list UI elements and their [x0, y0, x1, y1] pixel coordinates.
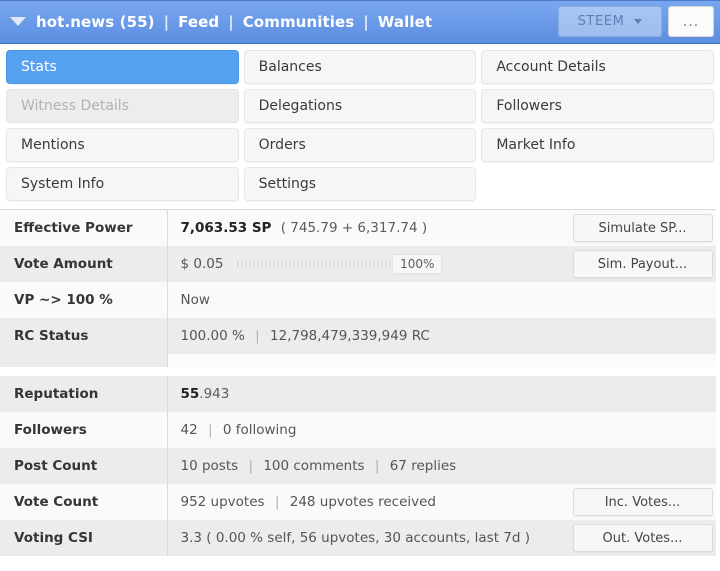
rc-percent: 100.00 % [180, 328, 245, 344]
table-row-followers: Followers 42 | 0 following [0, 412, 720, 448]
row-value-effective-power: 7,063.53 SP ( 745.79 + 6,317.74 ) [167, 210, 568, 246]
chain-selector-label: STEEM [577, 14, 625, 29]
spacer-action-cell [567, 354, 720, 367]
chevron-down-icon [634, 19, 643, 24]
tab-grid: Stats Balances Account Details Witness D… [0, 44, 720, 207]
tab-orders[interactable]: Orders [243, 128, 477, 162]
row-label-effective-power: Effective Power [0, 210, 168, 246]
row-value-followers: 42 | 0 following [167, 412, 568, 448]
steem-account-window: hot.news (55) | Feed | Communities | Wal… [0, 0, 720, 571]
effective-power-total: 7,063.53 SP [180, 220, 272, 236]
nav-separator-1: | [163, 12, 170, 31]
window-right-edge [716, 44, 720, 571]
nav-separator-3: | [363, 12, 369, 31]
stats-primary-table: Effective Power 7,063.53 SP ( 745.79 + 6… [0, 210, 720, 367]
spacer-value-cell [167, 354, 568, 367]
row-action-vote-amount: Sim. Payout... [567, 246, 720, 282]
account-name-link[interactable]: hot.news (55) [36, 13, 155, 31]
post-separator-1: | [248, 458, 254, 474]
row-label-vp-full: VP ~> 100 % [0, 282, 168, 318]
row-value-vote-count: 952 upvotes | 248 upvotes received [167, 484, 568, 520]
tab-account-details[interactable]: Account Details [481, 50, 714, 84]
row-action-voting-csi: Out. Votes... [567, 520, 720, 556]
sim-payout-button[interactable]: Sim. Payout... [572, 250, 713, 278]
tab-system-info[interactable]: System Info [6, 167, 239, 201]
incoming-votes-button[interactable]: Inc. Votes... [572, 488, 713, 516]
reputation-integer: 55 [180, 386, 200, 402]
tab-balances[interactable]: Balances [243, 50, 477, 84]
tab-followers[interactable]: Followers [481, 89, 714, 123]
row-label-reputation: Reputation [0, 376, 168, 412]
tab-market-info[interactable]: Market Info [481, 128, 714, 162]
table-row-vp-full: VP ~> 100 % Now [0, 282, 720, 318]
row-label-followers: Followers [0, 412, 168, 448]
simulate-sp-button[interactable]: Simulate SP... [572, 214, 713, 242]
vote-amount-group: $ 0.05 100% [181, 252, 443, 276]
voting-power-meter-label: 100% [392, 254, 443, 274]
table-row-voting-csi: Voting CSI 3.3 ( 0.00 % self, 56 upvotes… [0, 520, 720, 556]
chain-selector-button[interactable]: STEEM [558, 6, 662, 37]
titlebar-controls: STEEM ... [558, 6, 714, 37]
row-action-vote-count: Inc. Votes... [567, 484, 720, 520]
row-label-vote-amount: Vote Amount [0, 246, 168, 282]
tab-mentions[interactable]: Mentions [6, 128, 239, 162]
following-count: 0 following [222, 422, 297, 438]
row-action-rc-status [567, 318, 720, 354]
row-label-rc-status: RC Status [0, 318, 168, 354]
vote-count-separator: | [274, 494, 280, 510]
outgoing-votes-button[interactable]: Out. Votes... [572, 524, 713, 552]
row-label-vote-count: Vote Count [0, 484, 168, 520]
row-value-vp-full: Now [167, 282, 568, 318]
row-value-vote-amount: $ 0.05 100% [167, 246, 568, 282]
followers-separator: | [207, 422, 213, 438]
tab-delegations[interactable]: Delegations [243, 89, 477, 123]
table-row-spacer [0, 354, 720, 367]
post-separator-2: | [374, 458, 380, 474]
nav-separator-2: | [228, 12, 234, 31]
table-row-effective-power: Effective Power 7,063.53 SP ( 745.79 + 6… [0, 210, 720, 246]
spacer-key-cell [0, 354, 168, 367]
row-action-post-count [567, 448, 720, 484]
row-action-followers [567, 412, 720, 448]
effective-power-breakdown: ( 745.79 + 6,317.74 ) [280, 220, 428, 236]
tables-gap [0, 367, 720, 376]
tab-settings[interactable]: Settings [243, 167, 477, 201]
row-label-voting-csi: Voting CSI [0, 520, 168, 556]
row-value-reputation: 55.943 [167, 376, 568, 412]
account-dropdown-caret-icon[interactable] [10, 17, 26, 26]
followers-count: 42 [180, 422, 198, 438]
tab-witness-details: Witness Details [6, 89, 239, 123]
table-row-vote-amount: Vote Amount $ 0.05 100% Sim. Payout... [0, 246, 720, 282]
table-row-post-count: Post Count 10 posts | 100 comments | 67 … [0, 448, 720, 484]
rc-amount: 12,798,479,339,949 RC [270, 328, 430, 344]
nav-link-wallet[interactable]: Wallet [378, 13, 432, 31]
table-row-reputation: Reputation 55.943 [0, 376, 720, 412]
upvotes-received: 248 upvotes received [289, 494, 436, 510]
table-row-rc-status: RC Status 100.00 % | 12,798,479,339,949 … [0, 318, 720, 354]
comments-count: 100 comments [263, 458, 365, 474]
row-value-post-count: 10 posts | 100 comments | 67 replies [167, 448, 568, 484]
reputation-decimal: .943 [199, 386, 230, 402]
vote-amount-value: $ 0.05 [180, 256, 224, 272]
stats-secondary-table: Reputation 55.943 Followers 42 | 0 follo… [0, 376, 720, 556]
replies-count: 67 replies [389, 458, 457, 474]
voting-power-meter[interactable]: 100% [237, 252, 443, 276]
row-action-effective-power: Simulate SP... [567, 210, 720, 246]
tab-stats[interactable]: Stats [6, 50, 239, 84]
row-value-voting-csi: 3.3 ( 0.00 % self, 56 upvotes, 30 accoun… [167, 520, 568, 556]
rc-separator: | [255, 328, 260, 344]
titlebar: hot.news (55) | Feed | Communities | Wal… [0, 0, 720, 44]
overflow-menu-button[interactable]: ... [668, 6, 714, 37]
row-value-rc-status: 100.00 % | 12,798,479,339,949 RC [167, 318, 568, 354]
row-action-vp-full [567, 282, 720, 318]
upvotes-given: 952 upvotes [180, 494, 265, 510]
titlebar-nav: hot.news (55) | Feed | Communities | Wal… [10, 13, 558, 31]
tab-placeholder [481, 167, 714, 201]
nav-link-feed[interactable]: Feed [178, 13, 219, 31]
row-label-post-count: Post Count [0, 448, 168, 484]
row-action-reputation [567, 376, 720, 412]
posts-count: 10 posts [180, 458, 239, 474]
nav-link-communities[interactable]: Communities [243, 13, 355, 31]
table-row-vote-count: Vote Count 952 upvotes | 248 upvotes rec… [0, 484, 720, 520]
